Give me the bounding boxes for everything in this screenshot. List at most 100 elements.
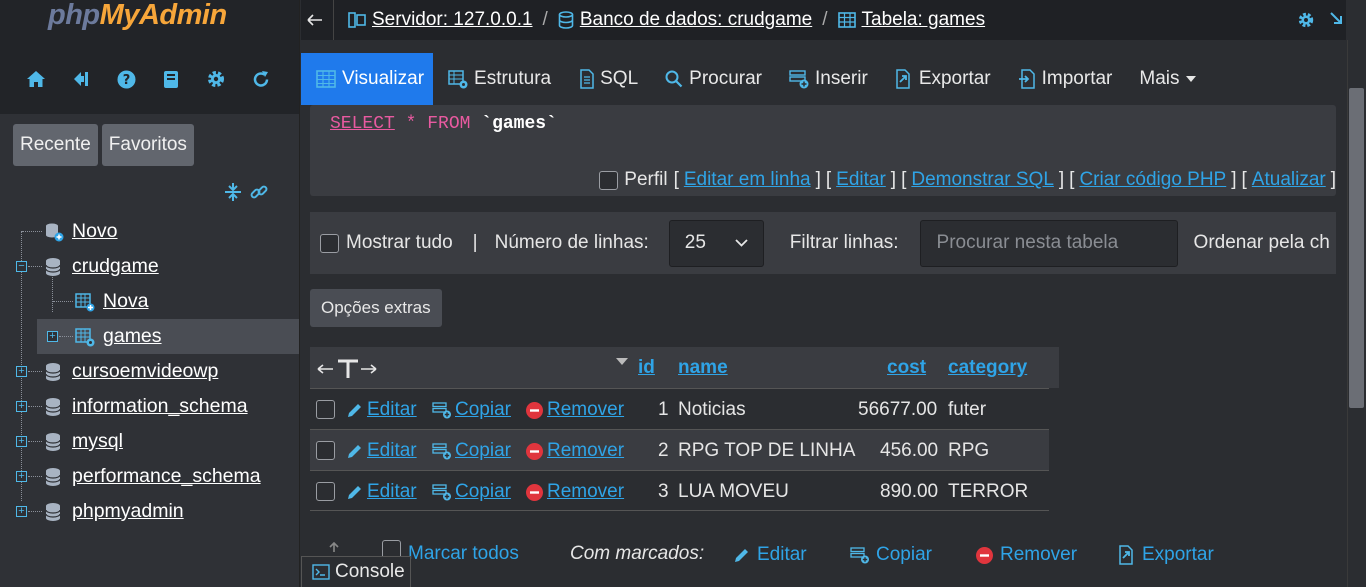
reload-icon[interactable] bbox=[251, 69, 271, 89]
tree-item-cursoemvideowp[interactable]: + cursoemvideowp bbox=[0, 354, 299, 389]
cell-category[interactable]: TERROR bbox=[948, 481, 1028, 503]
phpmyadmin-logo[interactable]: phpMyAdmin bbox=[48, 0, 227, 30]
rows-count-select[interactable]: 25 bbox=[668, 219, 764, 267]
expand-toggle-icon[interactable]: + bbox=[16, 436, 27, 447]
row-copy-label: Copiar bbox=[455, 399, 511, 420]
tab-sql[interactable]: SQL bbox=[563, 53, 650, 105]
tree-item-phpmyadmin[interactable]: + phpmyadmin bbox=[0, 494, 299, 529]
scrollbar-thumb[interactable] bbox=[1349, 88, 1364, 408]
row-delete-link[interactable]: Remover bbox=[525, 440, 624, 462]
row-delete-link[interactable]: Remover bbox=[525, 399, 624, 421]
bulk-edit-button[interactable]: Editar bbox=[733, 544, 807, 566]
expand-toggle-icon[interactable]: + bbox=[16, 506, 27, 517]
explain-sql-link[interactable]: Demonstrar SQL bbox=[911, 169, 1054, 191]
cell-cost[interactable]: 890.00 bbox=[880, 481, 938, 503]
tree-item-new[interactable]: Novo bbox=[0, 214, 299, 249]
console-toggle[interactable]: Console bbox=[301, 556, 411, 587]
export-icon bbox=[895, 69, 913, 89]
collapse-panel-icon[interactable] bbox=[1329, 11, 1343, 27]
row-edit-link[interactable]: Editar bbox=[346, 481, 417, 503]
breadcrumb-table[interactable]: Tabela: games bbox=[862, 9, 986, 31]
tree-item-label[interactable]: information_schema bbox=[72, 395, 248, 418]
tree-item-label[interactable]: crudgame bbox=[72, 255, 159, 278]
edit-inline-link[interactable]: Editar em linha bbox=[684, 169, 811, 191]
collapse-toggle-icon[interactable]: − bbox=[16, 261, 27, 272]
logout-icon[interactable] bbox=[71, 69, 91, 89]
tree-item-label[interactable]: performance_schema bbox=[72, 465, 261, 488]
expand-toggle-icon[interactable]: + bbox=[47, 331, 58, 342]
bulk-export-button[interactable]: Exportar bbox=[1118, 544, 1214, 566]
tab-import[interactable]: Importar bbox=[1003, 53, 1125, 105]
bulk-copy-button[interactable]: Copiar bbox=[850, 544, 932, 566]
row-edit-link[interactable]: Editar bbox=[346, 440, 417, 462]
back-arrow-icon[interactable] bbox=[307, 14, 323, 26]
breadcrumb-database[interactable]: Banco de dados: crudgame bbox=[580, 9, 812, 31]
row-copy-link[interactable]: Copiar bbox=[432, 440, 511, 462]
expand-toggle-icon[interactable]: + bbox=[16, 366, 27, 377]
tab-insert[interactable]: Inserir bbox=[774, 53, 880, 105]
row-delete-link[interactable]: Remover bbox=[525, 481, 624, 503]
bulk-delete-button[interactable]: Remover bbox=[975, 544, 1077, 566]
cell-id[interactable]: 1 bbox=[658, 399, 669, 421]
tree-item-label[interactable]: phpmyadmin bbox=[72, 500, 184, 523]
cell-id[interactable]: 2 bbox=[658, 440, 669, 462]
extra-options-button[interactable]: Opções extras bbox=[310, 289, 442, 327]
cell-cost[interactable]: 456.00 bbox=[880, 440, 938, 462]
collapse-all-icon[interactable] bbox=[223, 178, 243, 206]
row-checkbox[interactable] bbox=[316, 441, 335, 460]
recent-tab[interactable]: Recente bbox=[13, 124, 98, 166]
tree-item-label[interactable]: Novo bbox=[72, 220, 118, 243]
cell-name[interactable]: Noticias bbox=[678, 399, 746, 421]
create-php-code-link[interactable]: Criar código PHP bbox=[1079, 169, 1226, 191]
tab-browse[interactable]: Visualizar bbox=[301, 53, 434, 105]
tree-item-label[interactable]: mysql bbox=[72, 430, 123, 453]
tree-item-crudgame[interactable]: − crudgame bbox=[0, 249, 299, 284]
row-copy-link[interactable]: Copiar bbox=[432, 399, 511, 421]
cell-name[interactable]: LUA MOVEU bbox=[678, 481, 789, 503]
row-copy-link[interactable]: Copiar bbox=[432, 481, 511, 503]
expand-toggle-icon[interactable]: + bbox=[16, 471, 27, 482]
home-icon[interactable] bbox=[26, 69, 46, 89]
cell-cost[interactable]: 56677.00 bbox=[858, 399, 937, 421]
column-header-id[interactable]: id bbox=[638, 357, 655, 379]
help-icon[interactable]: ? bbox=[116, 69, 136, 89]
filter-rows-input[interactable]: Procurar nesta tabela bbox=[919, 219, 1178, 267]
column-header-name[interactable]: name bbox=[678, 357, 728, 379]
tab-structure[interactable]: Estrutura bbox=[433, 53, 563, 105]
tree-item-new-table[interactable]: Nova bbox=[0, 284, 299, 319]
tab-export[interactable]: Exportar bbox=[880, 53, 1003, 105]
row-checkbox[interactable] bbox=[316, 482, 335, 501]
row-checkbox[interactable] bbox=[316, 400, 335, 419]
sort-caret-icon[interactable] bbox=[616, 358, 628, 365]
edit-query-link[interactable]: Editar bbox=[836, 169, 886, 191]
sql-keyword-select[interactable]: SELECT bbox=[330, 114, 395, 134]
row-edit-link[interactable]: Editar bbox=[346, 399, 417, 421]
cell-category[interactable]: futer bbox=[948, 399, 986, 421]
refresh-link[interactable]: Atualizar bbox=[1252, 169, 1326, 191]
tree-item-information-schema[interactable]: + information_schema bbox=[0, 389, 299, 424]
tab-search[interactable]: Procurar bbox=[650, 53, 774, 105]
cell-name[interactable]: RPG TOP DE LINHA bbox=[678, 440, 855, 462]
tab-more[interactable]: Mais bbox=[1124, 53, 1207, 105]
cell-id[interactable]: 3 bbox=[658, 481, 669, 503]
column-header-cost[interactable]: cost bbox=[887, 357, 926, 379]
tree-item-label[interactable]: Nova bbox=[103, 290, 149, 313]
tree-item-label[interactable]: games bbox=[103, 325, 162, 348]
favorites-tab[interactable]: Favoritos bbox=[101, 124, 194, 166]
check-all-label[interactable]: Marcar todos bbox=[408, 543, 519, 565]
cell-category[interactable]: RPG bbox=[948, 440, 989, 462]
show-all-checkbox[interactable] bbox=[320, 233, 339, 253]
settings-icon[interactable] bbox=[1297, 11, 1315, 29]
breadcrumb-server[interactable]: Servidor: 127.0.0.1 bbox=[372, 9, 533, 31]
tree-item-performance-schema[interactable]: + performance_schema bbox=[0, 459, 299, 494]
tree-item-mysql[interactable]: + mysql bbox=[0, 424, 299, 459]
settings-icon[interactable] bbox=[206, 69, 226, 89]
profile-checkbox[interactable] bbox=[599, 170, 619, 190]
expand-toggle-icon[interactable]: + bbox=[16, 401, 27, 412]
tree-item-label[interactable]: cursoemvideowp bbox=[72, 360, 218, 383]
link-icon[interactable] bbox=[249, 178, 269, 206]
tree-item-games[interactable]: + games bbox=[37, 319, 299, 354]
column-header-category[interactable]: category bbox=[948, 357, 1027, 379]
docs-icon[interactable] bbox=[161, 69, 181, 89]
column-resize-icon[interactable] bbox=[316, 358, 378, 380]
